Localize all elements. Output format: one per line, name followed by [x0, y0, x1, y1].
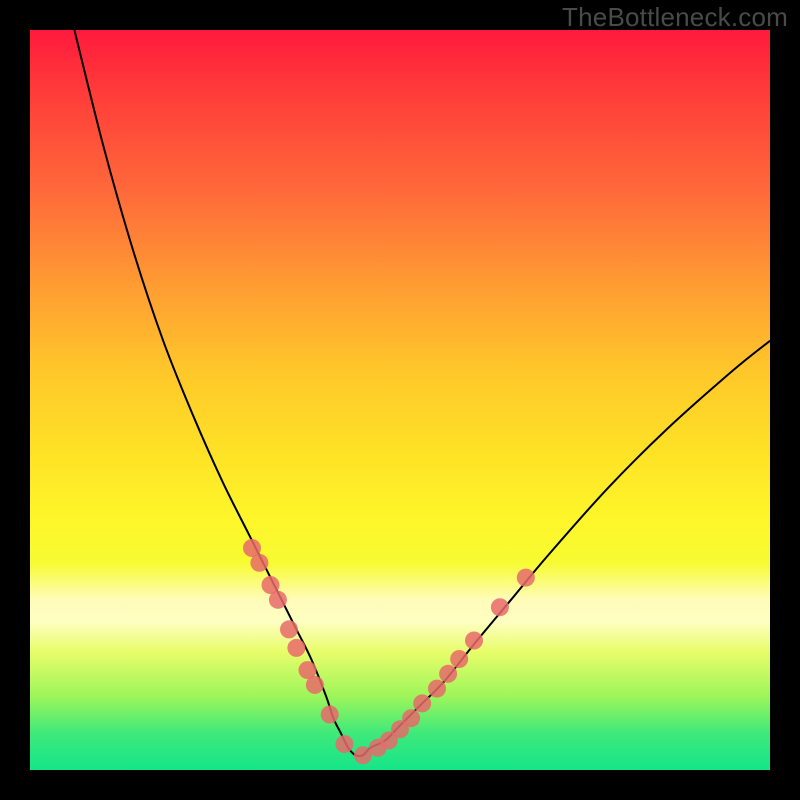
watermark-text: TheBottleneck.com — [562, 2, 788, 33]
marker-dot — [450, 650, 468, 668]
marker-dot — [269, 591, 287, 609]
plot-area — [30, 30, 770, 770]
marker-dot — [517, 569, 535, 587]
marker-dot — [428, 680, 446, 698]
marker-dot — [439, 665, 457, 683]
marker-dot — [306, 676, 324, 694]
marker-layer — [243, 539, 535, 764]
marker-dot — [280, 620, 298, 638]
curve-layer — [74, 30, 770, 756]
marker-dot — [287, 639, 305, 657]
chart-frame: TheBottleneck.com — [0, 0, 800, 800]
marker-dot — [336, 735, 354, 753]
marker-dot — [321, 706, 339, 724]
marker-dot — [402, 709, 420, 727]
marker-dot — [491, 598, 509, 616]
chart-svg — [30, 30, 770, 770]
bottleneck-curve — [74, 30, 770, 756]
marker-dot — [413, 694, 431, 712]
marker-dot — [250, 554, 268, 572]
marker-dot — [465, 632, 483, 650]
